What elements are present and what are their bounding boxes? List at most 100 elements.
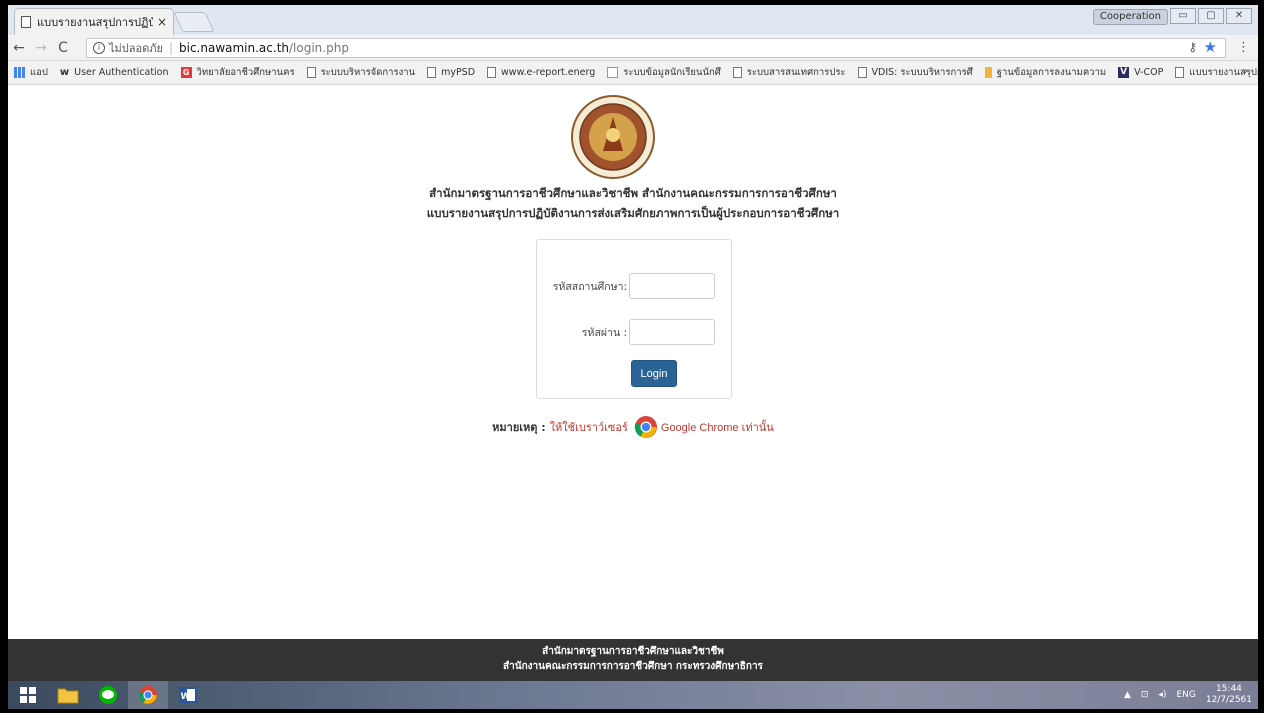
address-bar[interactable]: i ไม่ปลอดภัย | bic.nawamin.ac.th /login.… — [86, 38, 1226, 58]
start-button[interactable] — [8, 681, 48, 709]
page-icon — [306, 67, 316, 78]
page-heading-2: แบบรายงานสรุปการปฏิบัติงานการส่งเสริมศัก… — [426, 206, 840, 220]
file-explorer-button[interactable] — [48, 681, 88, 709]
bookmarks-more-icon[interactable]: » — [1242, 66, 1248, 77]
page-content: สำนักมาตรฐานการอาชีวศึกษาและวิชาชีพ สำนั… — [8, 85, 1258, 639]
windows-taskbar: W ▲ ⊡ ◂) ENG 15:44 12/7/2561 — [8, 681, 1258, 709]
security-status: ไม่ปลอดภัย — [109, 42, 163, 55]
w-icon: w — [59, 67, 70, 78]
minimize-button[interactable]: ▭ — [1170, 8, 1196, 24]
key-icon[interactable]: ⚷ — [1188, 40, 1197, 54]
svg-text:W: W — [181, 692, 191, 702]
page-icon — [1175, 67, 1185, 78]
password-label: รหัสผ่าน : — [581, 326, 627, 339]
info-icon[interactable]: i — [93, 42, 105, 54]
bookmark-label: แอป — [30, 67, 48, 78]
page-footer: สำนักมาตรฐานการอาชีวศึกษาและวิชาชีพ สำนั… — [8, 639, 1258, 681]
bookmark-label: ระบบข้อมูลนักเรียนนักศึ — [623, 67, 721, 78]
network-icon[interactable]: ⊡ — [1141, 690, 1149, 700]
page-icon — [732, 67, 742, 78]
screen: แบบรายงานสรุปการปฏิบัติงาน × Cooperation… — [8, 5, 1258, 709]
bookmark-label: ระบบสารสนเทศการประ — [746, 67, 846, 78]
v-icon: V — [1118, 67, 1130, 78]
word-app-button[interactable]: W — [168, 681, 208, 709]
clock-time: 15:44 — [1215, 684, 1242, 694]
chrome-icon — [634, 416, 657, 438]
bookmark-label: ฐานข้อมูลการลงนามความ — [996, 67, 1107, 78]
windows-logo-icon — [20, 687, 36, 703]
page-icon — [21, 16, 31, 28]
browser-menu-icon[interactable]: ⋮ — [1237, 40, 1250, 55]
bookmark-label: www.e-report.energ — [501, 67, 596, 78]
bookmark-label: VDIS: ระบบบริหารการศึ — [871, 67, 973, 78]
bookmark-e-report[interactable]: www.e-report.energ — [487, 67, 595, 78]
line-icon — [99, 686, 117, 704]
reload-button[interactable]: C — [52, 40, 74, 56]
profile-button[interactable]: Cooperation — [1092, 9, 1168, 25]
password-row: รหัสผ่าน : — [537, 318, 733, 346]
folder-icon — [57, 688, 79, 704]
forward-button[interactable]: → — [30, 40, 52, 56]
address-separator: | — [168, 41, 173, 55]
bookmark-label: myPSD — [441, 67, 476, 78]
bookmark-label: V-COP — [1134, 67, 1164, 78]
bookmark-label: ระบบบริหารจัดการงาน — [320, 67, 416, 78]
bookmark-label: User Authentication — [74, 67, 169, 78]
bookmark-user-auth[interactable]: w User Authentication — [60, 67, 169, 78]
g-icon: G — [180, 67, 192, 78]
school-code-label: รหัสสถานศึกษา: — [552, 280, 627, 293]
page-icon — [427, 67, 437, 78]
clock-date: 12/7/2561 — [1205, 695, 1252, 705]
bookmark-apps[interactable]: แอป — [14, 65, 48, 80]
bookmark-vdis[interactable]: VDIS: ระบบบริหารการศึ — [857, 65, 973, 80]
system-tray: ▲ ⊡ ◂) ENG 15:44 12/7/2561 — [1124, 684, 1252, 706]
browser-toolbar: ← → C i ไม่ปลอดภัย | bic.nawamin.ac.th /… — [8, 35, 1258, 61]
url-path: /login.php — [289, 41, 349, 55]
school-code-input[interactable] — [629, 273, 715, 299]
footer-line-2: สำนักงานคณะกรรมการการอาชีวศึกษา กระทรวงศ… — [503, 661, 763, 672]
page-icon — [487, 67, 497, 78]
new-tab-button[interactable] — [173, 12, 215, 32]
medal-icon — [984, 67, 992, 78]
maximize-button[interactable]: ▢ — [1198, 8, 1224, 24]
window-controls: ▭ ▢ ✕ — [1170, 8, 1252, 24]
bookmark-star-icon[interactable]: ★ — [1204, 38, 1217, 56]
tab-close-icon[interactable]: × — [157, 15, 167, 29]
bookmarks-bar: แอป w User Authentication G วิทยาลัยอาชีวศ… — [8, 61, 1258, 85]
browser-titlebar: แบบรายงานสรุปการปฏิบัติงาน × Cooperation… — [8, 5, 1258, 35]
page-icon — [857, 67, 867, 78]
tray-chevron-icon[interactable]: ▲ — [1124, 690, 1131, 700]
bookmark-college[interactable]: G วิทยาลัยอาชีวศึกษานคร — [180, 65, 295, 80]
school-code-row: รหัสสถานศึกษา: — [537, 272, 733, 300]
note-browser: Google Chrome เท่านั้น — [660, 422, 774, 434]
chart-icon — [607, 67, 619, 78]
note-label: หมายเหตุ : — [492, 421, 546, 434]
page-heading-1: สำนักมาตรฐานการอาชีวศึกษาและวิชาชีพ สำนั… — [429, 186, 837, 200]
browser-tab[interactable]: แบบรายงานสรุปการปฏิบัติงาน × — [14, 8, 174, 35]
emblem-logo — [571, 95, 655, 179]
word-icon: W — [179, 687, 197, 703]
clock[interactable]: 15:44 12/7/2561 — [1206, 684, 1252, 706]
close-window-button[interactable]: ✕ — [1226, 8, 1252, 24]
password-input[interactable] — [629, 319, 715, 345]
url-host: bic.nawamin.ac.th — [179, 41, 290, 55]
bookmark-management[interactable]: ระบบบริหารจัดการงาน — [306, 65, 416, 80]
bookmark-info-system[interactable]: ระบบสารสนเทศการประ — [732, 65, 846, 80]
input-language[interactable]: ENG — [1176, 690, 1195, 700]
back-button[interactable]: ← — [8, 40, 30, 56]
bookmark-v-cop[interactable]: V V-COP — [1118, 67, 1163, 78]
bookmark-label: วิทยาลัยอาชีวศึกษานคร — [196, 67, 295, 78]
bookmark-mypsd[interactable]: myPSD — [427, 67, 475, 78]
chrome-app-button[interactable] — [128, 681, 168, 709]
tab-title: แบบรายงานสรุปการปฏิบัติงาน — [37, 16, 153, 29]
chrome-taskbar-icon — [138, 685, 158, 705]
line-app-button[interactable] — [88, 681, 128, 709]
footer-line-1: สำนักมาตรฐานการอาชีวศึกษาและวิชาชีพ — [542, 646, 724, 657]
login-button[interactable]: Login — [631, 360, 677, 387]
volume-icon[interactable]: ◂) — [1158, 690, 1166, 700]
note-text: ให้ใช้เบราว์เซอร์ — [549, 421, 628, 434]
bookmark-signing-db[interactable]: ฐานข้อมูลการลงนามความ — [984, 65, 1107, 80]
apps-icon — [14, 67, 25, 78]
bookmark-student-data[interactable]: ระบบข้อมูลนักเรียนนักศึ — [607, 65, 721, 80]
browser-note: หมายเหตุ : ให้ใช้เบราว์เซอร์ Google Chro… — [8, 415, 1258, 439]
